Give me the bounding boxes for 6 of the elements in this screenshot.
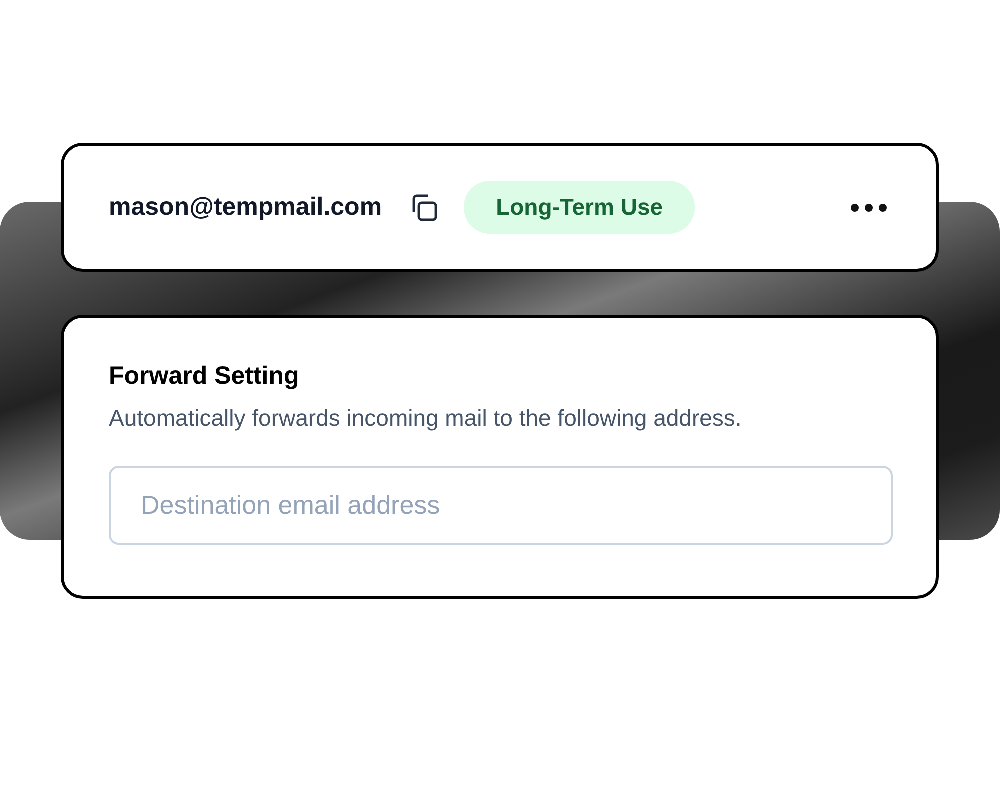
destination-email-field[interactable]: Destination email address <box>109 466 893 545</box>
email-address: mason@tempmail.com <box>109 193 382 222</box>
section-title: Forward Setting <box>109 362 300 391</box>
more-options-icon[interactable] <box>850 202 888 212</box>
section-description: Automatically forwards incoming mail to the following address. <box>109 405 743 432</box>
usage-tag: Long-Term Use <box>464 181 696 234</box>
